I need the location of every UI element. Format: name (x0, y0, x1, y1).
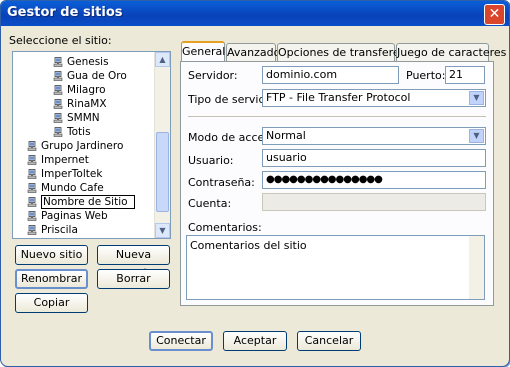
computer-icon (53, 127, 63, 137)
site-tree-item-label: Paginas Web (41, 210, 108, 222)
computer-icon (53, 71, 63, 81)
cancel-button[interactable]: Cancelar (297, 331, 361, 351)
tab-advanced[interactable]: Avanzado (226, 43, 280, 61)
user-input[interactable]: usuario (262, 149, 486, 167)
password-label: Contraseña: (188, 176, 255, 189)
site-tree-item[interactable]: Totis (53, 126, 91, 140)
select-site-label: Seleccione el sitio: (9, 34, 112, 47)
computer-icon (27, 169, 37, 179)
comments-scrollbar[interactable] (469, 236, 484, 299)
port-label: Puerto: (406, 69, 446, 82)
comments-text: Comentarios del sitio (190, 239, 307, 252)
tree-scrollbar[interactable]: ▲ ▼ (154, 52, 170, 238)
rename-button[interactable]: Renombrar (15, 269, 88, 289)
title-bar[interactable]: Gestor de sitios ✕ (1, 1, 509, 26)
computer-icon (27, 141, 37, 151)
site-manager-window: Gestor de sitios ✕ Seleccione el sitio: … (0, 0, 510, 367)
site-tree-item[interactable]: ImperToltek (27, 168, 102, 182)
site-tree-item[interactable]: Nombre de Sitio (27, 195, 135, 210)
site-tree-item-label: Genesis (67, 56, 109, 68)
computer-icon (27, 225, 37, 235)
site-tree-item-label: RinaMX (67, 98, 107, 110)
user-label: Usuario: (188, 154, 234, 167)
tab-general[interactable]: General (181, 41, 225, 61)
computer-icon (27, 211, 37, 221)
password-input[interactable]: ●●●●●●●●●●●●●●● (262, 171, 486, 189)
tab-transfer-options[interactable]: Opciones de transferencia (277, 43, 422, 61)
close-icon[interactable]: ✕ (484, 4, 505, 25)
account-label: Cuenta: (188, 197, 232, 210)
scroll-thumb[interactable] (156, 132, 169, 212)
computer-icon (53, 57, 63, 67)
computer-icon (53, 85, 63, 95)
site-tree-item-label: Grupo Jardinero (41, 140, 124, 152)
server-type-value: FTP - File Transfer Protocol (266, 91, 411, 104)
site-tree-item[interactable]: Impernet (27, 154, 89, 168)
copy-button[interactable]: Copiar (15, 293, 88, 313)
new-folder-button[interactable]: Nueva carpeta (97, 245, 170, 279)
site-tree-item[interactable]: Grupo Jardinero (27, 140, 123, 154)
site-tree-item-label: SMMN (67, 112, 100, 124)
site-tree-item-label: Mundo Cafe (41, 182, 104, 194)
computer-icon (53, 99, 63, 109)
site-tree-item[interactable]: Paginas Web (27, 210, 108, 224)
site-tree-item[interactable]: RinaMX (53, 98, 107, 112)
comments-label: Comentarios: (188, 221, 262, 234)
site-tree-item[interactable]: Mundo Cafe (27, 182, 104, 196)
connect-button[interactable]: Conectar (149, 331, 213, 351)
site-tree-item-label: Totis (67, 126, 91, 138)
site-tree-item-label: Impernet (41, 154, 89, 166)
chevron-down-icon[interactable]: ▼ (469, 91, 484, 105)
site-tree[interactable]: Genesis Gua de Oro Milagro RinaMX SMMN Totis G… (12, 51, 171, 239)
server-input[interactable]: dominio.com (262, 66, 399, 84)
site-tree-item[interactable]: Gua de Oro (53, 70, 127, 84)
site-tree-item-label: Nombre de Sitio (41, 195, 135, 209)
scroll-down-icon[interactable]: ▼ (155, 223, 170, 238)
access-mode-value: Normal (266, 129, 306, 142)
delete-button[interactable]: Borrar (97, 269, 170, 289)
access-mode-select[interactable]: Normal ▼ (262, 127, 486, 145)
site-tree-item[interactable]: SMMN (53, 112, 100, 126)
accept-button[interactable]: Aceptar (223, 331, 287, 351)
computer-icon (27, 183, 37, 193)
computer-icon (27, 155, 37, 165)
tab-charset[interactable]: Juego de caracteres (396, 43, 506, 61)
site-tree-item-label: Priscila (41, 224, 78, 236)
site-tree-item-label: Gua de Oro (67, 70, 127, 82)
site-tree-item[interactable]: Priscila (27, 224, 78, 238)
server-type-select[interactable]: FTP - File Transfer Protocol ▼ (262, 89, 486, 107)
chevron-down-icon[interactable]: ▼ (469, 129, 484, 143)
new-site-button[interactable]: Nuevo sitio (15, 245, 88, 265)
comments-textarea[interactable]: Comentarios del sitio (186, 235, 485, 300)
site-tree-item-label: ImperToltek (41, 168, 103, 180)
window-title: Gestor de sitios (7, 5, 123, 20)
computer-icon (53, 113, 63, 123)
port-input[interactable]: 21 (445, 66, 485, 84)
site-tree-item[interactable]: Milagro (53, 84, 106, 98)
site-tree-item[interactable]: Genesis (53, 56, 109, 70)
scroll-up-icon[interactable]: ▲ (155, 52, 170, 67)
divider (188, 116, 486, 117)
computer-icon (27, 197, 37, 207)
site-tree-item-label: Milagro (67, 84, 106, 96)
server-label: Servidor: (188, 69, 238, 82)
account-input (262, 193, 486, 211)
